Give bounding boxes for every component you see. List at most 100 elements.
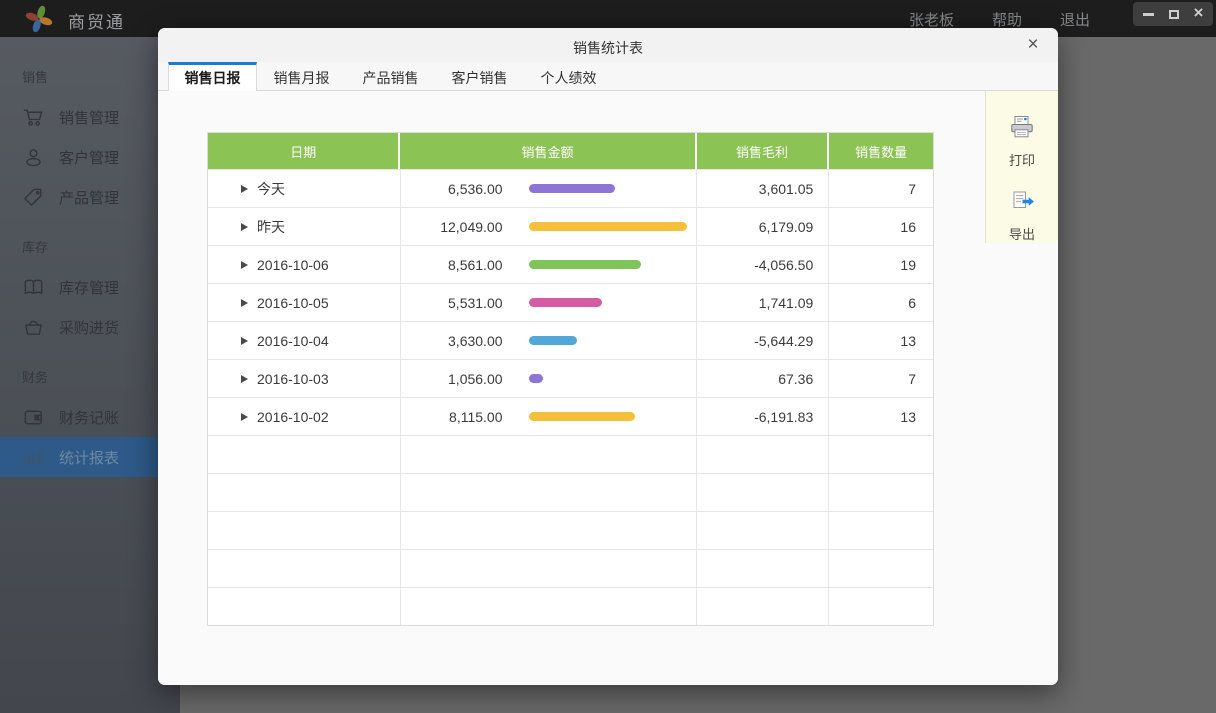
sales-quantity-cell: 7 [829,360,933,397]
column-header-销售金额: 销售金额 [400,133,696,169]
maximize-icon[interactable] [1169,10,1179,19]
sidebar-item-采购进货[interactable]: 采购进货 [0,307,180,347]
row-expander-icon[interactable] [241,299,248,307]
table-row[interactable]: 今天 6,536.00 3,601.05 7 [208,169,933,207]
window-controls: × [1133,2,1213,26]
table-header-row: 日期销售金额销售毛利销售数量 [208,133,933,169]
sidebar-section-label: 销售 [0,67,180,97]
table-empty-row [208,511,933,549]
row-expander-icon[interactable] [241,337,248,345]
sidebar-item-label: 产品管理 [59,187,119,208]
sales-amount-cell: 1,056.00 [401,371,503,387]
gross-profit-cell: -4,056.50 [697,246,830,283]
table-empty-row [208,435,933,473]
sidebar-item-label: 财务记账 [59,407,119,428]
sales-quantity-cell: 13 [829,322,933,359]
sales-quantity-cell: 6 [829,284,933,321]
wallet-icon [21,405,45,429]
sales-quantity-cell: 16 [829,208,933,245]
user-icon [21,145,45,169]
tab-个人绩效[interactable]: 个人绩效 [524,62,613,90]
tab-产品销售[interactable]: 产品销售 [346,62,435,90]
sidebar-section-label: 库存 [0,237,180,267]
table-empty-row [208,549,933,587]
sales-amount-bar [529,374,543,383]
sales-amount-cell: 5,531.00 [401,295,503,311]
sidebar-item-label: 库存管理 [59,277,119,298]
printer-icon [1009,115,1035,144]
row-expander-icon[interactable] [241,223,248,231]
sales-amount-bar [529,336,577,345]
sidebar-item-label: 客户管理 [59,147,119,168]
table-row[interactable]: 2016-10-03 1,056.00 67.36 7 [208,359,933,397]
book-icon [21,275,45,299]
table-row[interactable]: 昨天 12,049.00 6,179.09 16 [208,207,933,245]
tag-icon [21,185,45,209]
table-row[interactable]: 2016-10-05 5,531.00 1,741.09 6 [208,283,933,321]
cart-icon [21,105,45,129]
date-cell: 2016-10-02 [257,409,329,425]
dialog-titlebar: 销售统计表 × [158,28,1058,62]
report-tabs: 销售日报销售月报产品销售客户销售个人绩效 [158,62,1058,91]
column-header-日期: 日期 [208,133,400,169]
date-cell: 2016-10-03 [257,371,329,387]
user-menu[interactable]: 张老板 [909,9,954,30]
minimize-icon[interactable] [1143,13,1154,16]
export-icon [1009,191,1035,218]
row-expander-icon[interactable] [241,185,248,193]
sales-amount-cell: 8,115.00 [401,409,503,425]
table-row[interactable]: 2016-10-04 3,630.00 -5,644.29 13 [208,321,933,359]
table-row[interactable]: 2016-10-02 8,115.00 -6,191.83 13 [208,397,933,435]
row-expander-icon[interactable] [241,375,248,383]
exit-menu[interactable]: 退出 [1060,9,1090,30]
dialog-title: 销售统计表 [158,38,1058,58]
window-close-icon[interactable]: × [1194,8,1204,18]
sales-amount-cell: 6,536.00 [401,181,503,197]
date-cell: 昨天 [257,217,285,237]
daily-sales-table: 日期销售金额销售毛利销售数量 今天 6,536.00 3,601.05 7 昨天… [207,132,934,626]
action-strip: 打印导出 [985,91,1058,243]
sidebar-section-label: 财务 [0,367,180,397]
action-label: 打印 [1009,150,1035,169]
table-row[interactable]: 2016-10-06 8,561.00 -4,056.50 19 [208,245,933,283]
tab-客户销售[interactable]: 客户销售 [435,62,524,90]
sidebar-item-label: 统计报表 [59,447,119,468]
action-label: 导出 [1009,224,1035,243]
row-expander-icon[interactable] [241,413,248,421]
sidebar-item-产品管理[interactable]: 产品管理 [0,177,180,217]
tab-销售月报[interactable]: 销售月报 [257,62,346,90]
sales-statistics-dialog: 销售统计表 × 销售日报销售月报产品销售客户销售个人绩效 日期销售金额销售毛利销… [158,28,1058,685]
sales-amount-bar [529,184,615,193]
dialog-body: 日期销售金额销售毛利销售数量 今天 6,536.00 3,601.05 7 昨天… [158,91,1058,685]
export-button[interactable]: 导出 [986,191,1058,243]
sales-quantity-cell: 13 [829,398,933,435]
sales-amount-cell: 12,049.00 [401,219,503,235]
sales-amount-cell: 8,561.00 [401,257,503,273]
date-cell: 2016-10-06 [257,257,329,273]
row-expander-icon[interactable] [241,261,248,269]
sidebar-item-库存管理[interactable]: 库存管理 [0,267,180,307]
sales-amount-bar [529,260,641,269]
sidebar-nav: 销售销售管理客户管理产品管理库存库存管理采购进货财务财务记账统计报表 [0,37,180,713]
gross-profit-cell: 3,601.05 [697,170,830,207]
print-button[interactable]: 打印 [986,115,1058,169]
gross-profit-cell: 67.36 [697,360,830,397]
sidebar-item-销售管理[interactable]: 销售管理 [0,97,180,137]
tab-销售日报[interactable]: 销售日报 [168,62,257,91]
table-empty-row [208,473,933,511]
sidebar-item-统计报表[interactable]: 统计报表 [0,437,180,477]
dialog-close-icon[interactable]: × [1022,34,1044,56]
sales-amount-cell: 3,630.00 [401,333,503,349]
sidebar-item-财务记账[interactable]: 财务记账 [0,397,180,437]
sidebar-item-label: 销售管理 [59,107,119,128]
basket-icon [21,315,45,339]
sales-amount-bar [529,412,635,421]
help-menu[interactable]: 帮助 [992,9,1022,30]
application-window: 商贸通 张老板 帮助 退出 × 销售销售管理客户管理产品管理库存库存管理采购进货… [0,0,1216,713]
sidebar-item-label: 采购进货 [59,317,119,338]
gross-profit-cell: 6,179.09 [697,208,830,245]
app-logo-pinwheel-icon [24,3,54,38]
sales-amount-bar [529,222,687,231]
date-cell: 今天 [257,179,285,199]
sidebar-item-客户管理[interactable]: 客户管理 [0,137,180,177]
